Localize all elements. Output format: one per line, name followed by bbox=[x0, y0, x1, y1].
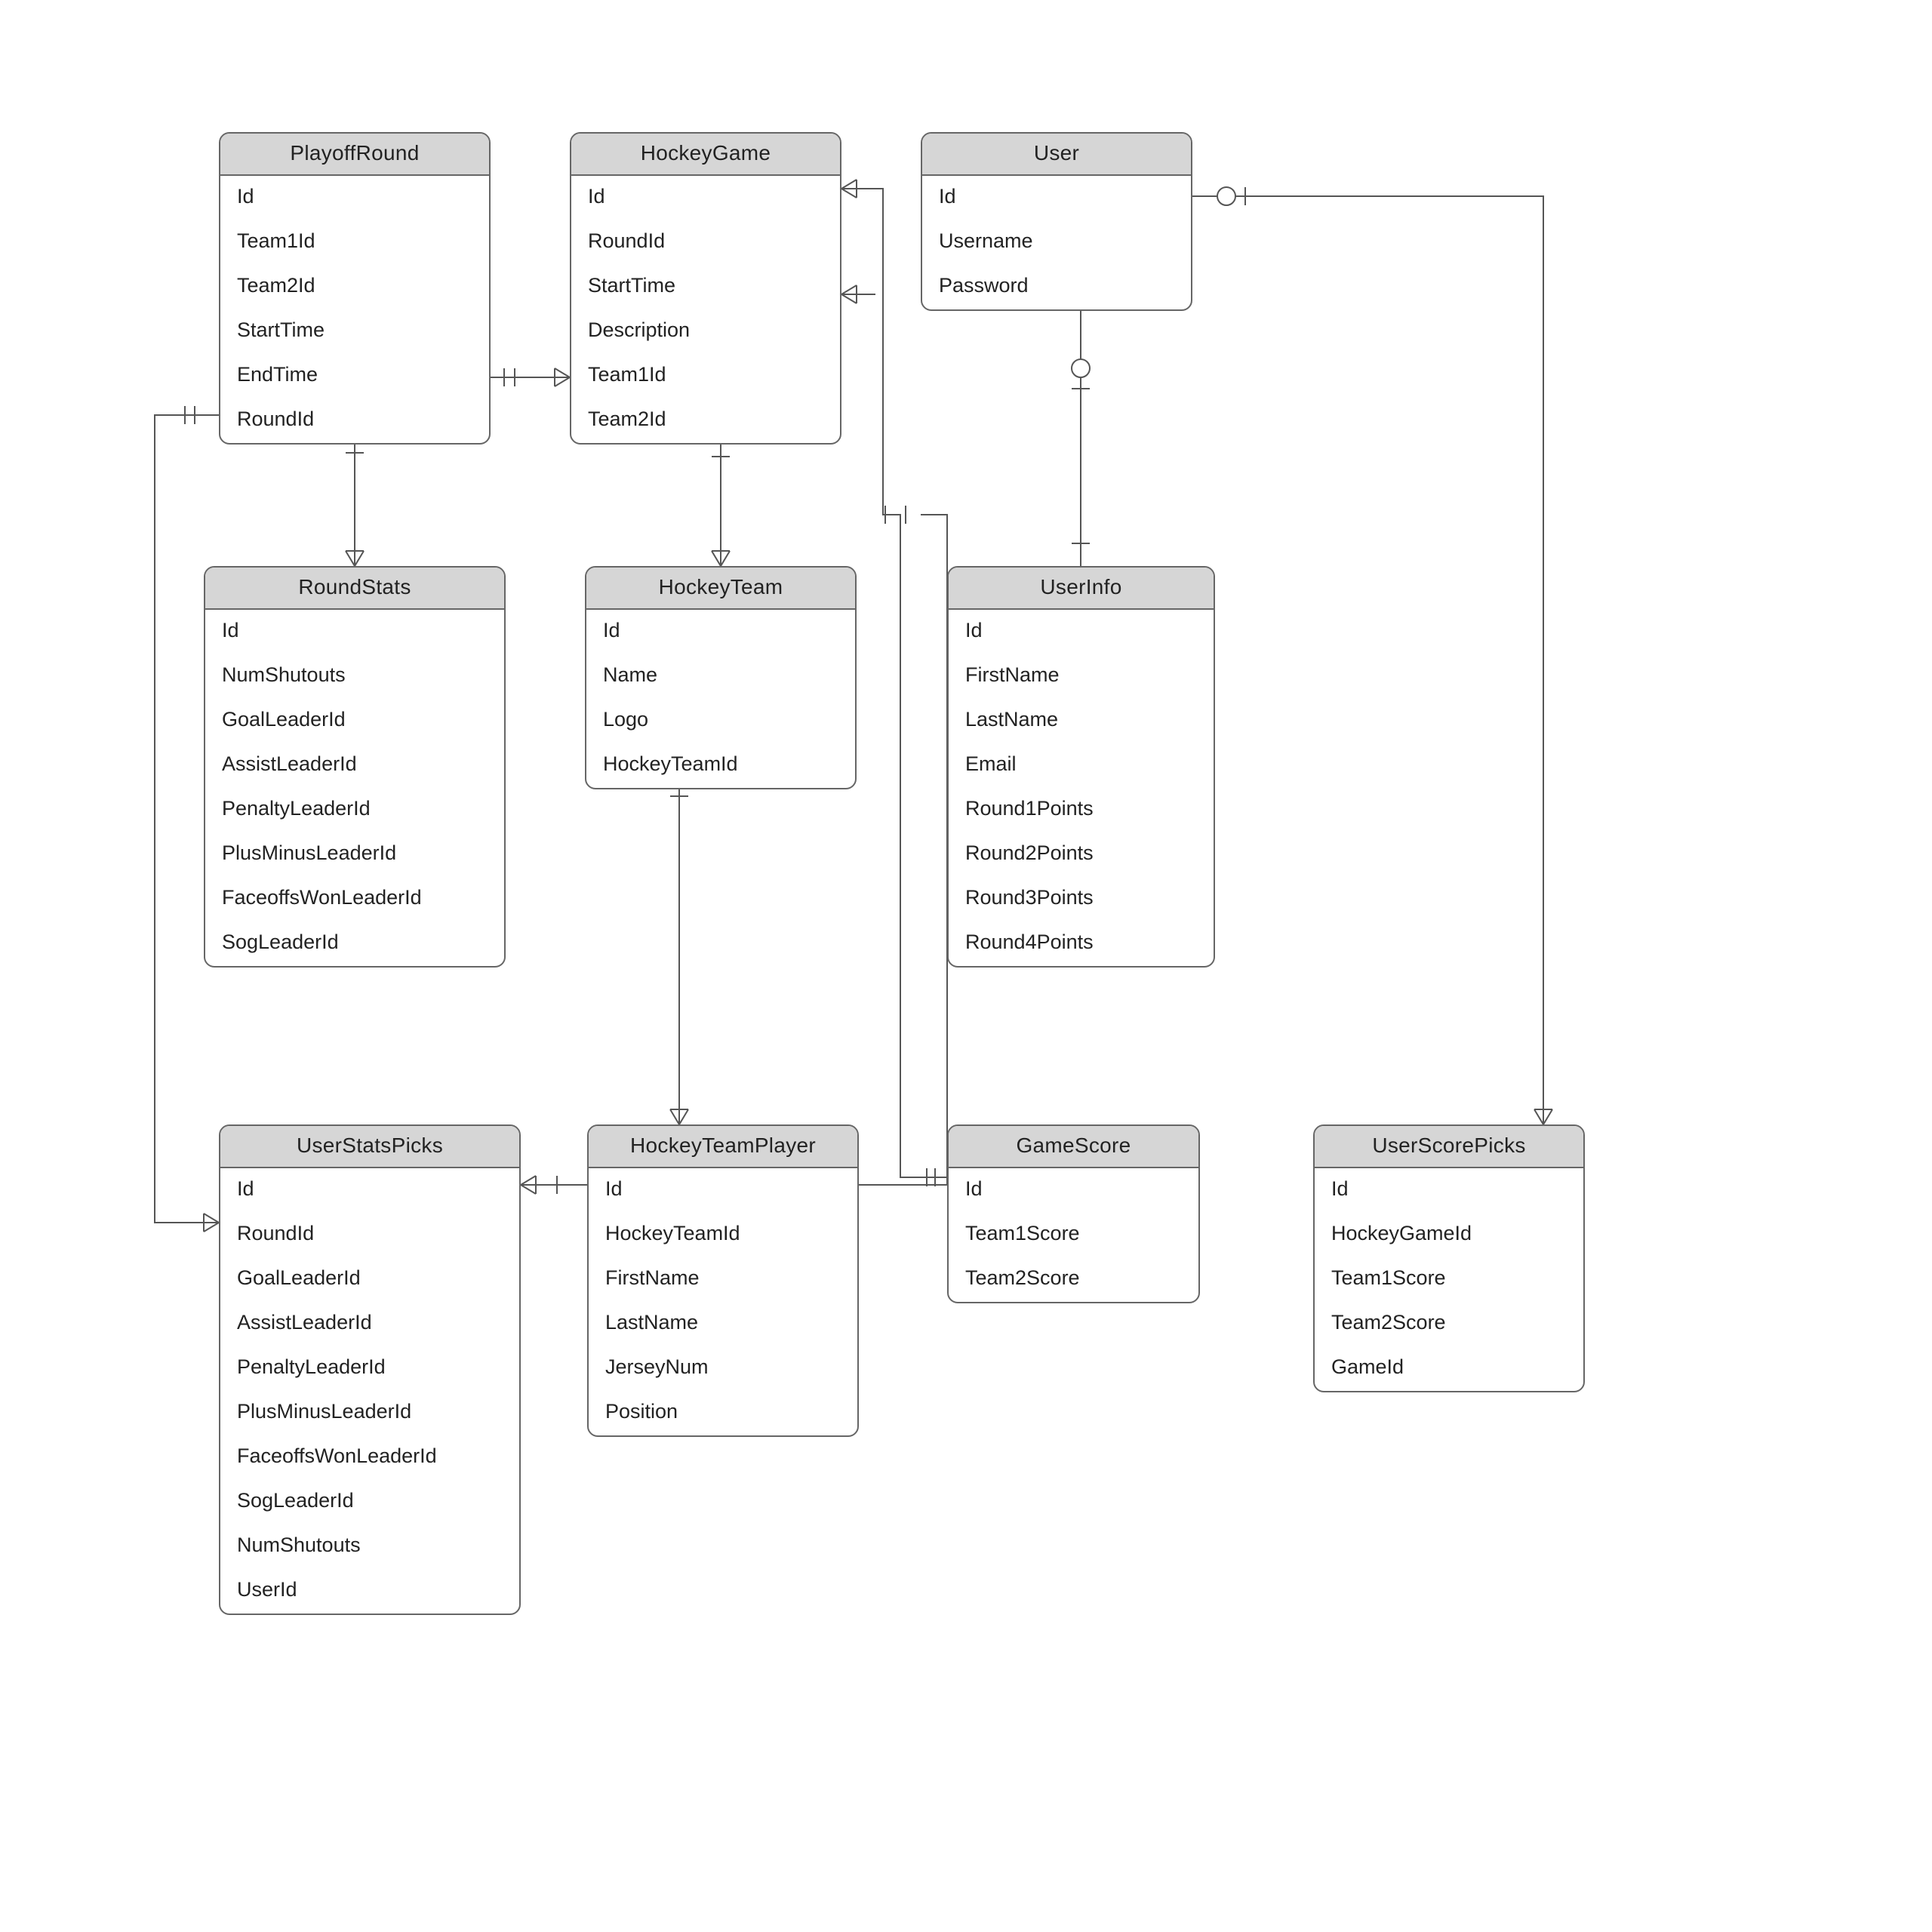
entity-field: HockeyTeamId bbox=[589, 1213, 857, 1257]
entity-body: IdRoundIdStartTimeDescriptionTeam1IdTeam… bbox=[571, 176, 840, 443]
entity-field: Username bbox=[922, 220, 1191, 265]
entity-hockeyTeam: HockeyTeamIdNameLogoHockeyTeamId bbox=[585, 566, 857, 789]
entity-title: UserScorePicks bbox=[1315, 1126, 1583, 1168]
entity-field: Team1Score bbox=[1315, 1257, 1583, 1302]
entity-gameScore: GameScoreIdTeam1ScoreTeam2Score bbox=[947, 1124, 1200, 1303]
entity-field: FirstName bbox=[589, 1257, 857, 1302]
entity-field: Logo bbox=[586, 699, 855, 743]
entity-field: RoundId bbox=[220, 1213, 519, 1257]
entity-field: AssistLeaderId bbox=[220, 1302, 519, 1346]
entity-field: UserId bbox=[220, 1569, 519, 1614]
entity-field: Round1Points bbox=[949, 788, 1214, 832]
entity-field: Team1Score bbox=[949, 1213, 1198, 1257]
entity-field: Position bbox=[589, 1391, 857, 1435]
entity-field: FaceoffsWonLeaderId bbox=[220, 1435, 519, 1480]
entity-field: FaceoffsWonLeaderId bbox=[205, 877, 504, 921]
entity-field: Id bbox=[589, 1168, 857, 1213]
entity-roundStats: RoundStatsIdNumShutoutsGoalLeaderIdAssis… bbox=[204, 566, 506, 968]
entity-body: IdNameLogoHockeyTeamId bbox=[586, 610, 855, 788]
entity-field: EndTime bbox=[220, 354, 489, 398]
entity-body: IdNumShutoutsGoalLeaderIdAssistLeaderIdP… bbox=[205, 610, 504, 966]
entity-field: NumShutouts bbox=[220, 1524, 519, 1569]
entity-field: GoalLeaderId bbox=[220, 1257, 519, 1302]
entity-field: HockeyGameId bbox=[1315, 1213, 1583, 1257]
entity-field: AssistLeaderId bbox=[205, 743, 504, 788]
entity-field: HockeyTeamId bbox=[586, 743, 855, 788]
entity-field: Email bbox=[949, 743, 1214, 788]
entity-userInfo: UserInfoIdFirstNameLastNameEmailRound1Po… bbox=[947, 566, 1215, 968]
entity-title: GameScore bbox=[949, 1126, 1198, 1168]
entity-playoffRound: PlayoffRoundIdTeam1IdTeam2IdStartTimeEnd… bbox=[219, 132, 491, 445]
entity-field: Team1Id bbox=[220, 220, 489, 265]
entity-title: UserInfo bbox=[949, 568, 1214, 610]
entity-field: Id bbox=[205, 610, 504, 654]
entity-field: GoalLeaderId bbox=[205, 699, 504, 743]
entity-field: Id bbox=[571, 176, 840, 220]
entity-field: Name bbox=[586, 654, 855, 699]
entity-body: IdTeam1IdTeam2IdStartTimeEndTimeRoundId bbox=[220, 176, 489, 443]
entity-body: IdFirstNameLastNameEmailRound1PointsRoun… bbox=[949, 610, 1214, 966]
entity-field: Id bbox=[220, 176, 489, 220]
entity-field: Team2Id bbox=[220, 265, 489, 309]
entity-field: StartTime bbox=[571, 265, 840, 309]
entity-field: RoundId bbox=[571, 220, 840, 265]
entity-field: PenaltyLeaderId bbox=[220, 1346, 519, 1391]
entity-field: Team2Id bbox=[571, 398, 840, 443]
entity-title: HockeyTeamPlayer bbox=[589, 1126, 857, 1168]
entity-title: User bbox=[922, 134, 1191, 176]
entity-field: Round3Points bbox=[949, 877, 1214, 921]
entity-field: FirstName bbox=[949, 654, 1214, 699]
entity-field: Round4Points bbox=[949, 921, 1214, 966]
entity-hockeyGame: HockeyGameIdRoundIdStartTimeDescriptionT… bbox=[570, 132, 841, 445]
entity-userScorePicks: UserScorePicksIdHockeyGameIdTeam1ScoreTe… bbox=[1313, 1124, 1585, 1392]
entity-body: IdHockeyTeamIdFirstNameLastNameJerseyNum… bbox=[589, 1168, 857, 1435]
entity-field: Id bbox=[949, 1168, 1198, 1213]
entity-field: StartTime bbox=[220, 309, 489, 354]
entity-title: PlayoffRound bbox=[220, 134, 489, 176]
entity-body: IdHockeyGameIdTeam1ScoreTeam2ScoreGameId bbox=[1315, 1168, 1583, 1391]
entity-field: GameId bbox=[1315, 1346, 1583, 1391]
entity-field: RoundId bbox=[220, 398, 489, 443]
entity-field: SogLeaderId bbox=[220, 1480, 519, 1524]
entity-field: Id bbox=[949, 610, 1214, 654]
entity-title: UserStatsPicks bbox=[220, 1126, 519, 1168]
entity-field: Id bbox=[220, 1168, 519, 1213]
entity-body: IdTeam1ScoreTeam2Score bbox=[949, 1168, 1198, 1302]
entity-field: LastName bbox=[949, 699, 1214, 743]
entity-field: PenaltyLeaderId bbox=[205, 788, 504, 832]
entity-field: Id bbox=[1315, 1168, 1583, 1213]
entity-field: Id bbox=[586, 610, 855, 654]
entity-field: JerseyNum bbox=[589, 1346, 857, 1391]
er-diagram-canvas: PlayoffRoundIdTeam1IdTeam2IdStartTimeEnd… bbox=[0, 0, 1932, 1932]
entity-field: SogLeaderId bbox=[205, 921, 504, 966]
entity-field: NumShutouts bbox=[205, 654, 504, 699]
entity-title: HockeyGame bbox=[571, 134, 840, 176]
entity-title: HockeyTeam bbox=[586, 568, 855, 610]
entity-field: Team2Score bbox=[949, 1257, 1198, 1302]
entity-field: LastName bbox=[589, 1302, 857, 1346]
entity-userStatsPicks: UserStatsPicksIdRoundIdGoalLeaderIdAssis… bbox=[219, 1124, 521, 1615]
entity-hockeyTeamPlayer: HockeyTeamPlayerIdHockeyTeamIdFirstNameL… bbox=[587, 1124, 859, 1437]
entity-user: UserIdUsernamePassword bbox=[921, 132, 1192, 311]
entity-field: Description bbox=[571, 309, 840, 354]
entity-field: Id bbox=[922, 176, 1191, 220]
entity-field: Team2Score bbox=[1315, 1302, 1583, 1346]
entity-field: PlusMinusLeaderId bbox=[205, 832, 504, 877]
entity-title: RoundStats bbox=[205, 568, 504, 610]
entity-field: Team1Id bbox=[571, 354, 840, 398]
entity-body: IdUsernamePassword bbox=[922, 176, 1191, 309]
entity-field: Round2Points bbox=[949, 832, 1214, 877]
entity-body: IdRoundIdGoalLeaderIdAssistLeaderIdPenal… bbox=[220, 1168, 519, 1614]
entity-field: Password bbox=[922, 265, 1191, 309]
entity-field: PlusMinusLeaderId bbox=[220, 1391, 519, 1435]
